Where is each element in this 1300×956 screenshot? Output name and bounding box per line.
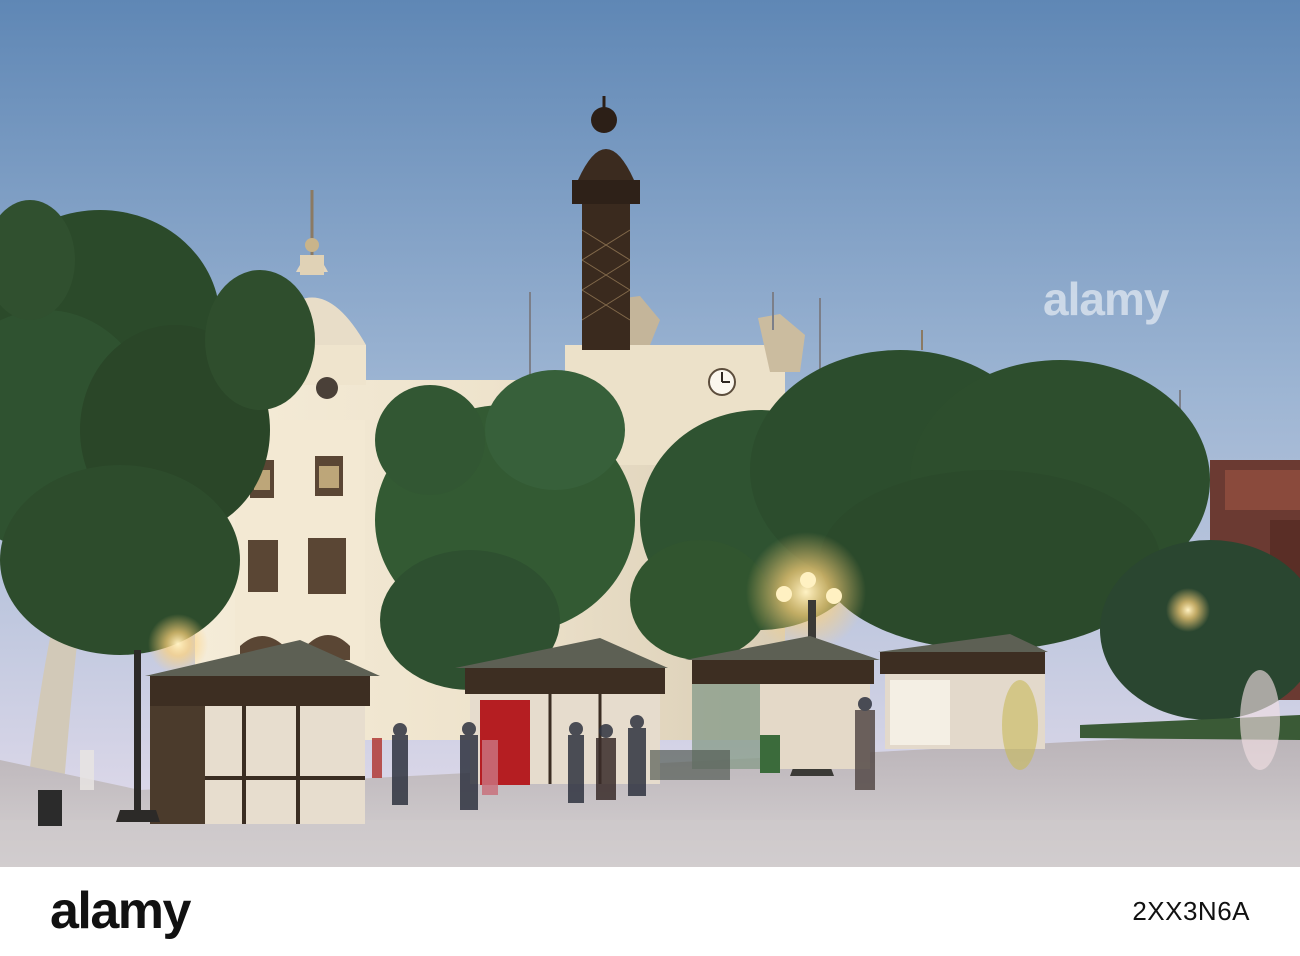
image-id: 2XX3N6A [1132, 896, 1250, 926]
footer-logo: alamy [50, 882, 191, 940]
trash-bin [38, 790, 62, 826]
photo-stage: alamy alamy 2XX3N6A [0, 0, 1300, 956]
city-square-photo [0, 0, 1300, 868]
watermark-logo: alamy [1043, 273, 1169, 325]
kiosk-right [685, 636, 880, 769]
green-bin [760, 735, 780, 773]
footer-band [0, 867, 1300, 956]
